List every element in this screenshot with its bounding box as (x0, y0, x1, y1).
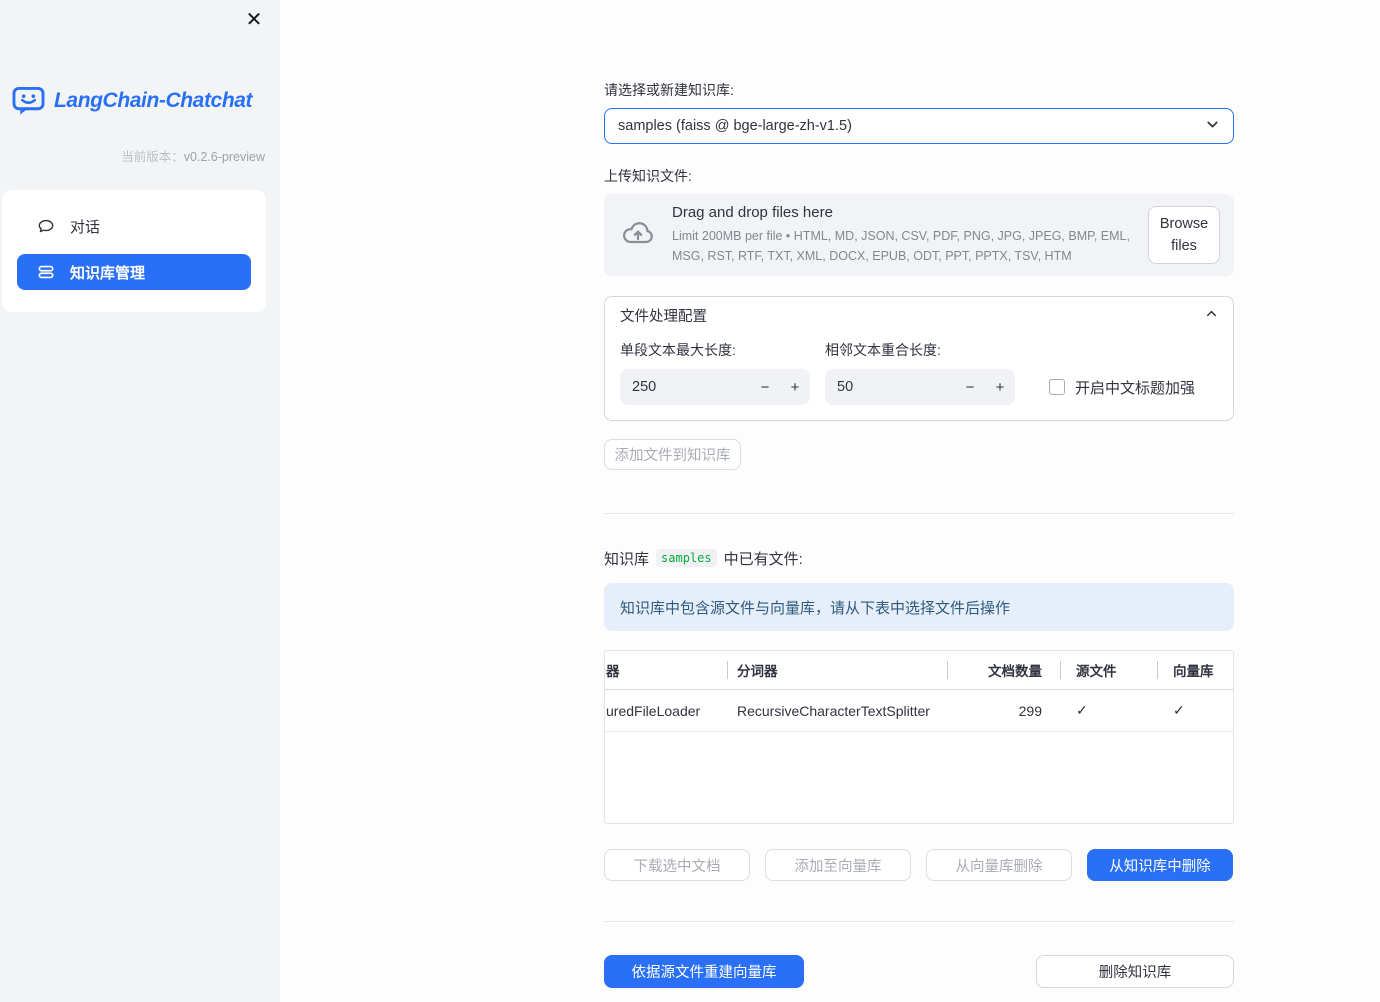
add-to-vector-store-button[interactable]: 添加至向量库 (765, 849, 911, 881)
overlap-size-value: 50 (837, 379, 854, 395)
overlap-size-input[interactable]: 50 − + (825, 369, 1015, 405)
cell-splitter: RecursiveCharacterTextSplitter (737, 702, 930, 719)
kb-files-suffix: 中已有文件: (723, 550, 803, 568)
dropzone-limit-text: Limit 200MB per file • HTML, MD, JSON, C… (672, 229, 1130, 263)
dropzone-text: Drag and drop files here Limit 200MB per… (672, 204, 1132, 266)
delete-from-vector-store-button[interactable]: 从向量库删除 (926, 849, 1072, 881)
table-header-splitter: 分词器 (727, 660, 947, 680)
kb-actions-row: 依据源文件重建向量库 删除知识库 (604, 955, 1234, 988)
info-banner-text: 知识库中包含源文件与向量库，请从下表中选择文件后操作 (620, 599, 1011, 617)
section-divider (604, 921, 1234, 922)
info-banner: 知识库中包含源文件与向量库，请从下表中选择文件后操作 (604, 583, 1234, 631)
file-config-body: 单段文本最大长度: 250 − + 相邻文本重合长度: 50 − + 开启中文标… (605, 334, 1233, 420)
chunk-size-input[interactable]: 250 − + (620, 369, 810, 405)
chunk-size-field: 单段文本最大长度: 250 − + (620, 340, 810, 405)
expander-title: 文件处理配置 (620, 309, 707, 325)
overlap-size-decrement-button[interactable]: − (955, 369, 985, 405)
chatchat-logo-icon (12, 86, 45, 116)
cell-source-file-check: ✓ (1076, 702, 1088, 718)
logo-text: LangChain-Chatchat (54, 89, 253, 112)
chunk-size-increment-button[interactable]: + (780, 369, 810, 405)
table-header-docs-count: 文档数量 (947, 660, 1060, 680)
menu-item-label: 知识库管理 (70, 264, 146, 282)
delete-from-kb-button[interactable]: 从知识库中删除 (1087, 849, 1233, 881)
browse-files-button[interactable]: Browse files (1148, 205, 1220, 265)
version-label: 当前版本： (121, 150, 184, 164)
file-actions-row: 下载选中文档 添加至向量库 从向量库删除 从知识库中删除 (604, 849, 1234, 881)
zh-title-enhance-label: 开启中文标题加强 (1075, 379, 1196, 397)
section-divider (604, 513, 1234, 514)
chunk-size-label: 单段文本最大长度: (620, 342, 736, 358)
close-icon: ✕ (245, 9, 263, 31)
file-config-expander: 文件处理配置 单段文本最大长度: 250 − + 相邻文本重合长度: 50 − … (604, 296, 1234, 421)
table-header-loader: 器 (606, 664, 620, 679)
overlap-size-label: 相邻文本重合长度: (825, 342, 941, 358)
rebuild-vector-store-button[interactable]: 依据源文件重建向量库 (604, 955, 804, 988)
menu-item-label: 对话 (70, 218, 101, 236)
app-logo: LangChain-Chatchat (12, 86, 280, 116)
table-header-row: 器 分词器 文档数量 源文件 向量库 (605, 651, 1233, 690)
cell-loader: uredFileLoader (606, 702, 701, 719)
table-row[interactable]: uredFileLoader RecursiveCharacterTextSpl… (605, 690, 1233, 732)
dropzone-title: Drag and drop files here (672, 204, 833, 222)
kb-selectbox[interactable]: samples (faiss @ bge-large-zh-v1.5) (604, 108, 1234, 144)
file-config-expander-header[interactable]: 文件处理配置 (605, 297, 1233, 334)
upload-label: 上传知识文件: (604, 168, 692, 184)
overlap-size-increment-button[interactable]: + (985, 369, 1015, 405)
table-header-vector-store: 向量库 (1157, 660, 1232, 680)
app-root: ✕ LangChain-Chatchat 当前版本：v0.2.6-preview (0, 0, 1380, 1002)
sidebar-close-button[interactable]: ✕ (240, 6, 268, 34)
cell-docs-count: 299 (1018, 702, 1042, 719)
download-selected-button[interactable]: 下载选中文档 (604, 849, 750, 881)
main-content: 请选择或新建知识库: samples (faiss @ bge-large-zh… (280, 0, 1380, 1002)
chevron-up-icon (1204, 306, 1219, 325)
version-value: v0.2.6-preview (183, 150, 265, 164)
sidebar: ✕ LangChain-Chatchat 当前版本：v0.2.6-preview (0, 0, 280, 1002)
kb-files-heading: 知识库 samples 中已有文件: (604, 549, 1234, 568)
zh-title-enhance-field: 开启中文标题加强 (1049, 369, 1195, 405)
delete-kb-button[interactable]: 删除知识库 (1036, 955, 1234, 988)
cell-vector-store-check: ✓ (1173, 702, 1185, 718)
sidebar-item-dialogue[interactable]: 对话 (17, 208, 251, 244)
overlap-size-field: 相邻文本重合长度: 50 − + (825, 340, 1015, 405)
sidebar-menu: 对话 知识库管理 (2, 190, 266, 312)
chevron-down-icon (1204, 116, 1221, 137)
kb-files-prefix: 知识库 (604, 550, 650, 568)
kb-name-code: samples (656, 549, 717, 567)
file-dropzone[interactable]: Drag and drop files here Limit 200MB per… (604, 194, 1234, 276)
sidebar-item-knowledge-base[interactable]: 知识库管理 (17, 254, 251, 290)
cloud-upload-icon (620, 215, 656, 256)
chunk-size-value: 250 (632, 379, 657, 395)
zh-title-enhance-checkbox[interactable] (1049, 379, 1065, 395)
kb-files-table: 器 分词器 文档数量 源文件 向量库 uredFileLoader Recurs… (604, 650, 1234, 824)
knowledge-base-icon (36, 262, 56, 282)
kb-selectbox-value: samples (faiss @ bge-large-zh-v1.5) (618, 118, 852, 134)
add-files-to-kb-button[interactable]: 添加文件到知识库 (604, 439, 741, 470)
chat-bubble-icon (36, 216, 56, 236)
version-text: 当前版本：v0.2.6-preview (0, 146, 265, 165)
kb-select-label: 请选择或新建知识库: (604, 82, 734, 98)
chunk-size-decrement-button[interactable]: − (750, 369, 780, 405)
table-header-source-file: 源文件 (1060, 660, 1157, 680)
